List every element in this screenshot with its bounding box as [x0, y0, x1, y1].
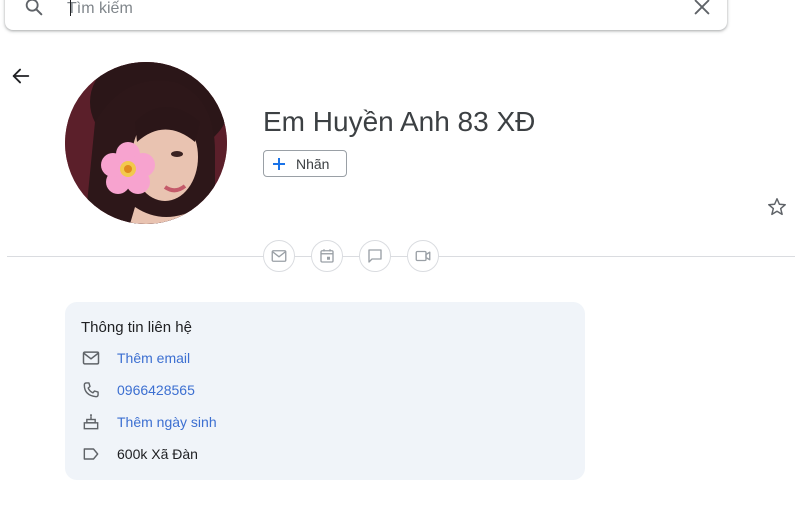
- birthday-row[interactable]: Thêm ngày sinh: [81, 410, 217, 434]
- chat-action-button[interactable]: [359, 240, 391, 272]
- card-title: Thông tin liên hệ: [81, 319, 192, 336]
- add-label-text: Nhãn: [296, 155, 330, 172]
- email-action-button[interactable]: [263, 240, 295, 272]
- video-action-button[interactable]: [407, 240, 439, 272]
- add-label-button[interactable]: Nhãn: [263, 150, 347, 177]
- label-icon: [81, 444, 101, 464]
- calendar-icon: [320, 249, 334, 263]
- email-row[interactable]: Thêm email: [81, 346, 190, 370]
- back-arrow-icon[interactable]: [10, 65, 32, 87]
- add-birthday-link[interactable]: Thêm ngày sinh: [117, 414, 217, 430]
- phone-row[interactable]: 0966428565: [81, 378, 195, 402]
- search-bar: [5, 0, 727, 30]
- plus-icon: [273, 157, 285, 170]
- star-icon[interactable]: [766, 196, 788, 218]
- mail-icon: [81, 348, 101, 368]
- close-icon[interactable]: [691, 0, 713, 18]
- video-icon: [415, 250, 431, 262]
- chat-icon: [368, 249, 382, 263]
- avatar[interactable]: [65, 62, 227, 224]
- cake-icon: [81, 412, 101, 432]
- phone-number-link[interactable]: 0966428565: [117, 382, 195, 398]
- contact-name: Em Huyền Anh 83 XĐ: [263, 106, 536, 137]
- contact-info-card: Thông tin liên hệ Thêm email 0966428565 …: [65, 302, 585, 480]
- phone-icon: [81, 380, 101, 400]
- search-icon[interactable]: [23, 0, 45, 18]
- mail-icon: [271, 250, 287, 262]
- label-row: 600k Xã Đàn: [81, 442, 198, 466]
- avatar-photo: [65, 62, 227, 224]
- text-cursor: [70, 0, 71, 16]
- quick-actions: [263, 240, 439, 272]
- search-input[interactable]: [67, 0, 667, 20]
- schedule-action-button[interactable]: [311, 240, 343, 272]
- note-text: 600k Xã Đàn: [117, 446, 198, 462]
- add-email-link[interactable]: Thêm email: [117, 350, 190, 366]
